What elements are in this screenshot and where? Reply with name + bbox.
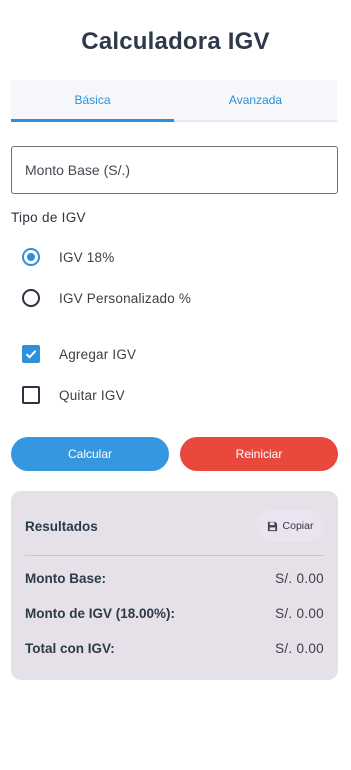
checkbox-checked-icon[interactable] [22,345,40,363]
result-value: S/. 0.00 [275,641,324,656]
results-title: Resultados [25,519,98,534]
checkbox-agregar-igv[interactable]: Agregar IGV [22,345,136,363]
radio-selected-icon[interactable] [22,248,40,266]
checkbox-agregar-igv-label: Agregar IGV [59,346,137,362]
amount-field[interactable] [11,146,338,194]
result-row-total: Total con IGV: S/. 0.00 [25,641,324,656]
result-row-monto-base: Monto Base: S/. 0.00 [25,571,324,586]
copy-button-label: Copiar [282,520,314,532]
results-card: Resultados Copiar Monto Base: S/. 0.00 M… [11,491,338,680]
copy-button[interactable]: Copiar [256,510,324,542]
tab-bar: Básica Avanzada [11,80,337,122]
result-value: S/. 0.00 [275,571,324,586]
checkbox-quitar-igv[interactable]: Quitar IGV [22,386,125,404]
amount-input[interactable] [12,147,337,193]
checkbox-quitar-igv-label: Quitar IGV [59,387,125,403]
result-label: Total con IGV: [25,641,115,656]
result-label: Monto Base: [25,571,106,586]
reset-button[interactable]: Reiniciar [180,437,338,471]
checkbox-unchecked-icon[interactable] [22,386,40,404]
radio-igv-custom-label: IGV Personalizado % [59,290,192,306]
results-divider [25,555,324,556]
igv-type-label: Tipo de IGV [11,210,86,225]
calculate-button[interactable]: Calcular [11,437,169,471]
tab-basica[interactable]: Básica [11,80,174,122]
radio-igv-custom[interactable]: IGV Personalizado % [22,289,191,307]
tab-avanzada[interactable]: Avanzada [174,80,337,120]
check-icon [25,350,37,359]
save-icon [267,521,277,531]
radio-igv-18-label: IGV 18% [59,249,115,265]
radio-igv-18[interactable]: IGV 18% [22,248,114,266]
result-label: Monto de IGV (18.00%): [25,606,176,621]
result-value: S/. 0.00 [275,606,324,621]
radio-unselected-icon[interactable] [22,289,40,307]
result-row-monto-igv: Monto de IGV (18.00%): S/. 0.00 [25,606,324,621]
page-title: Calculadora IGV [81,28,270,55]
